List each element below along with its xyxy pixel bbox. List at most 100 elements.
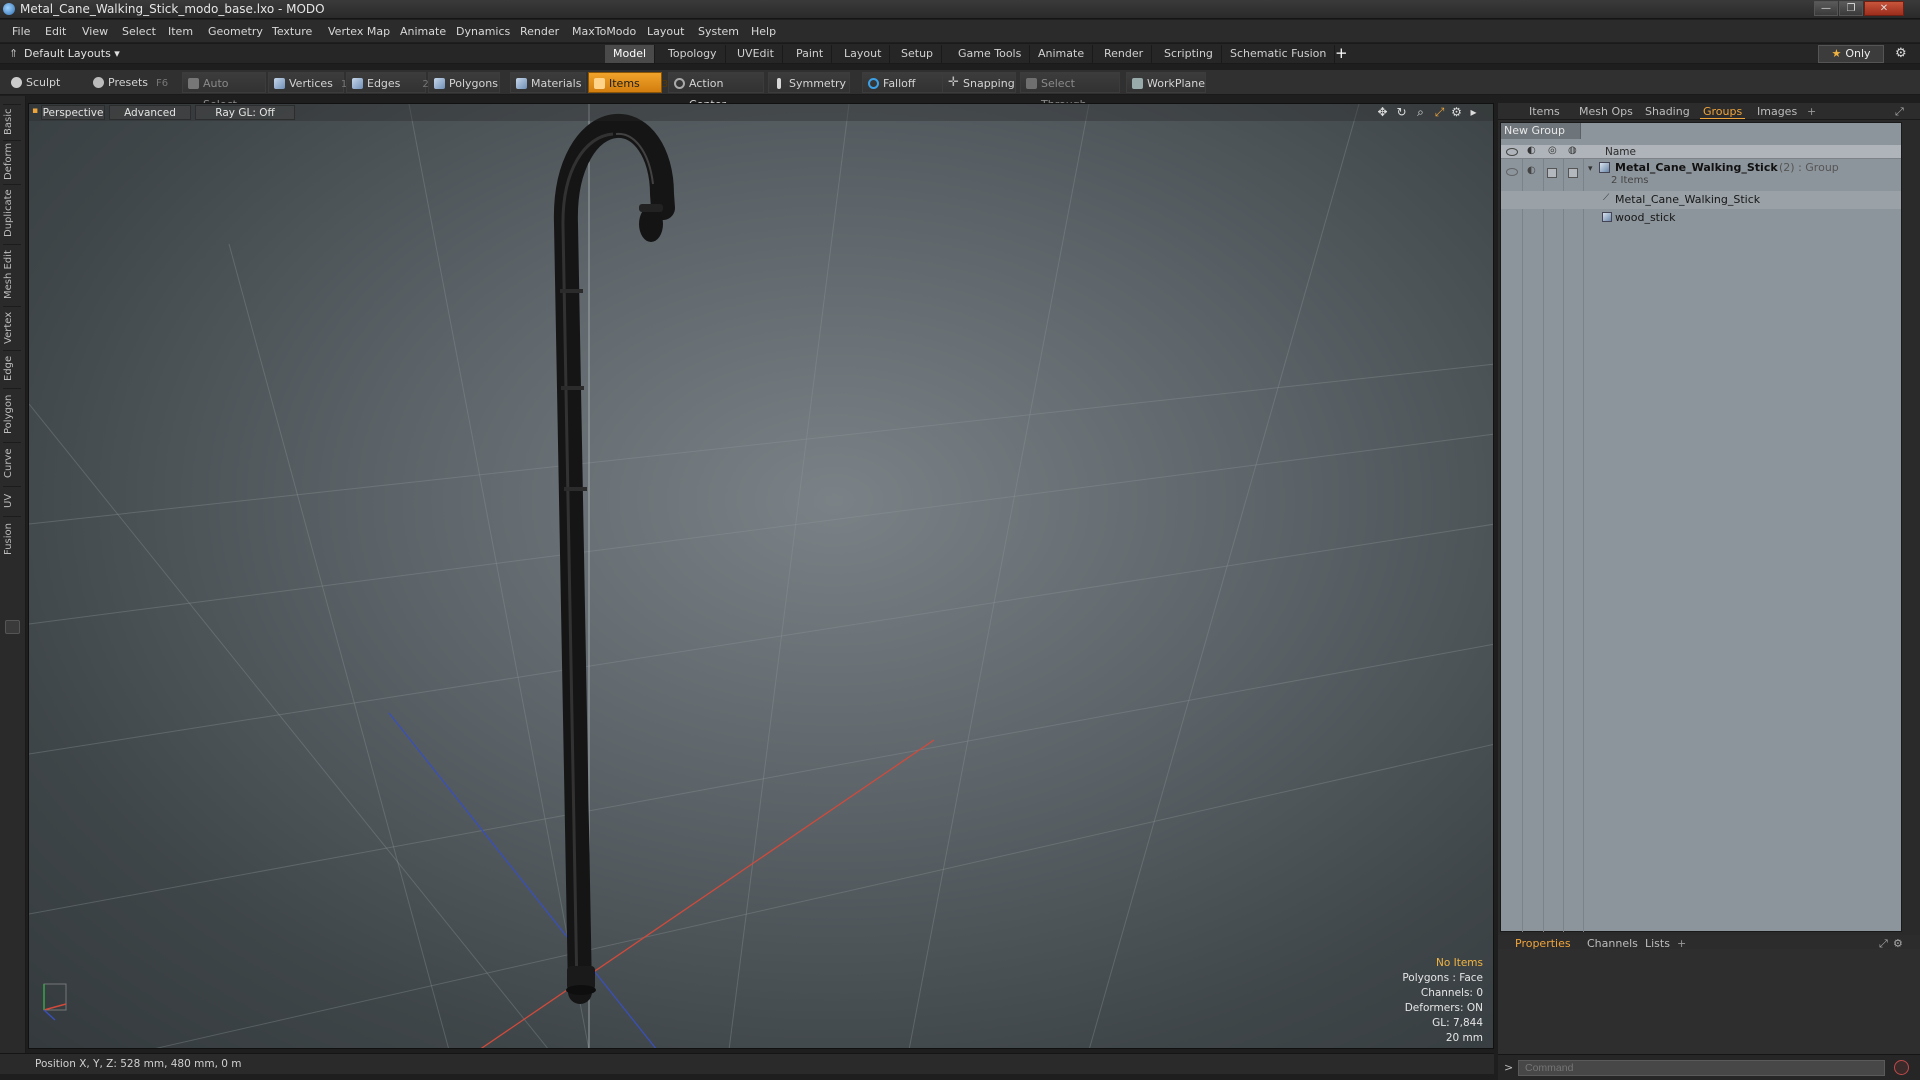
maximize-viewport-icon[interactable]: ⤢ (1433, 106, 1446, 119)
only-button[interactable]: ★ Only (1818, 45, 1884, 63)
rotate-icon[interactable]: ↻ (1395, 106, 1408, 119)
perspective-button[interactable]: Perspective (41, 105, 105, 120)
select-checkbox[interactable] (1568, 168, 1578, 178)
menu-geometry[interactable]: Geometry (208, 25, 263, 38)
tab-duplicate[interactable]: Duplicate (3, 184, 21, 242)
tab-mesh-edit[interactable]: Mesh Edit (3, 244, 21, 304)
tab-curve[interactable]: Curve (3, 442, 21, 484)
select-through-button[interactable]: Select Through (1020, 72, 1120, 111)
tab-uv[interactable]: UV (3, 486, 21, 514)
3d-viewport[interactable]: ▪ Perspective Advanced Ray GL: Off ✥ ↻ ⌕… (28, 103, 1494, 1049)
tab-game-tools[interactable]: Game Tools (950, 45, 1031, 63)
menu-texture[interactable]: Texture (272, 25, 312, 38)
tab-fusion[interactable]: Fusion (3, 516, 21, 562)
menu-animate[interactable]: Animate (400, 25, 446, 38)
visibility-eye-icon[interactable] (1506, 148, 1518, 156)
materials-label: Materials (531, 77, 582, 90)
collapse-arrow-icon[interactable]: ⇑ (9, 47, 18, 60)
lock-checkbox[interactable] (1547, 168, 1557, 178)
items-button[interactable]: Items 3 (588, 72, 668, 93)
menu-help[interactable]: Help (751, 25, 776, 38)
render-toggle-icon[interactable]: ◐ (1527, 165, 1536, 176)
tab-groups[interactable]: Groups (1700, 105, 1746, 119)
grid-lines (29, 104, 1493, 1048)
tab-items[interactable]: Items (1526, 105, 1563, 119)
walking-cane-model[interactable] (553, 113, 675, 1004)
shading-button[interactable]: Advanced (109, 105, 191, 120)
collapse-triangle-icon[interactable]: ▾ (1588, 164, 1593, 174)
layout-dropdown[interactable]: Default Layouts ▾ (24, 47, 120, 60)
workplane-label: WorkPlane (1147, 77, 1206, 90)
tab-mesh-ops[interactable]: Mesh Ops (1576, 105, 1636, 119)
command-history-button[interactable] (1894, 1060, 1909, 1075)
tab-basic[interactable]: Basic (3, 104, 21, 138)
tab-model[interactable]: Model (605, 45, 656, 63)
menu-maxtomodo[interactable]: MaxToModo (572, 25, 636, 38)
select-icon[interactable]: ◍ (1568, 145, 1577, 156)
action-center-button[interactable]: Action Center (668, 72, 764, 111)
toggle-panel-button[interactable] (5, 620, 20, 634)
tab-layout[interactable]: Layout (836, 45, 891, 63)
mesh-icon: ⟋ (1603, 193, 1610, 203)
menu-edit[interactable]: Edit (45, 25, 66, 38)
menu-system[interactable]: System (698, 25, 739, 38)
gear-icon[interactable]: ⚙ (1895, 46, 1907, 61)
tab-schematic-fusion[interactable]: Schematic Fusion (1222, 45, 1336, 63)
selection-info: No Items (1436, 957, 1483, 969)
close-button[interactable]: ✕ (1864, 1, 1904, 16)
menu-render[interactable]: Render (520, 25, 559, 38)
scrollbar[interactable] (1904, 122, 1918, 932)
menu-file[interactable]: File (12, 25, 30, 38)
group-member-row[interactable]: ⟋ Metal_Cane_Walking_Stick (1501, 191, 1901, 209)
maximize-button[interactable]: ❐ (1839, 1, 1863, 16)
symmetry-button[interactable]: Symmetry (768, 72, 850, 93)
minimize-button[interactable]: — (1814, 1, 1838, 16)
snapping-button[interactable]: ✛ Snapping (942, 72, 1016, 93)
tab-setup[interactable]: Setup (893, 45, 943, 63)
tab-polygon[interactable]: Polygon (3, 388, 21, 440)
materials-button[interactable]: Materials (510, 72, 586, 93)
edges-button[interactable]: Edges 2 (346, 72, 429, 93)
visibility-eye-icon[interactable] (1506, 168, 1518, 176)
add-panel-tab-button[interactable]: + (1804, 105, 1819, 119)
menu-dynamics[interactable]: Dynamics (456, 25, 510, 38)
tab-paint[interactable]: Paint (788, 45, 833, 63)
tab-deform[interactable]: Deform (3, 140, 21, 182)
add-tab-button[interactable]: + (1335, 44, 1348, 62)
tab-scripting[interactable]: Scripting (1156, 45, 1222, 63)
menu-view[interactable]: View (82, 25, 108, 38)
settings-icon[interactable]: ⚙ (1450, 106, 1463, 119)
expand-panel-icon[interactable]: ⤢ (1892, 105, 1907, 119)
expand-arrow-icon[interactable]: ▸ (1467, 106, 1480, 119)
group-row[interactable]: ◐ ▾ Metal_Cane_Walking_Stick (2) : Group… (1501, 160, 1901, 190)
command-input[interactable] (1518, 1060, 1885, 1076)
tab-uvedit[interactable]: UVEdit (729, 45, 783, 63)
tab-edge[interactable]: Edge (3, 350, 21, 386)
raygl-button[interactable]: Ray GL: Off (195, 105, 295, 120)
tab-vertex[interactable]: Vertex (3, 306, 21, 348)
workplane-button[interactable]: WorkPlane (1126, 72, 1206, 93)
zoom-icon[interactable]: ⌕ (1414, 106, 1427, 119)
viewport-menu-icon[interactable]: ▪ (32, 106, 38, 116)
tab-images[interactable]: Images (1754, 105, 1800, 119)
auto-select-button[interactable]: Auto Select (182, 72, 266, 111)
tab-animate[interactable]: Animate (1030, 45, 1094, 63)
tab-topology[interactable]: Topology (660, 45, 726, 63)
presets-icon (93, 77, 104, 88)
menu-layout[interactable]: Layout (647, 25, 684, 38)
menu-vertex-map[interactable]: Vertex Map (328, 25, 390, 38)
polygons-button[interactable]: Polygons (428, 72, 500, 93)
vertices-button[interactable]: Vertices 1 (268, 72, 347, 93)
render-icon[interactable]: ◐ (1527, 145, 1536, 156)
tab-shading[interactable]: Shading (1642, 105, 1693, 119)
group-member-row[interactable]: wood_stick (1501, 209, 1901, 227)
falloff-button[interactable]: Falloff (862, 72, 946, 93)
pan-icon[interactable]: ✥ (1376, 106, 1389, 119)
presets-button[interactable]: Presets F6 (88, 72, 170, 93)
sculpt-button[interactable]: Sculpt (6, 72, 86, 93)
tab-render[interactable]: Render (1096, 45, 1153, 63)
lock-icon[interactable]: ◎ (1548, 145, 1557, 156)
menu-item[interactable]: Item (168, 25, 193, 38)
new-group-button[interactable]: New Group (1501, 123, 1581, 139)
menu-select[interactable]: Select (122, 25, 156, 38)
